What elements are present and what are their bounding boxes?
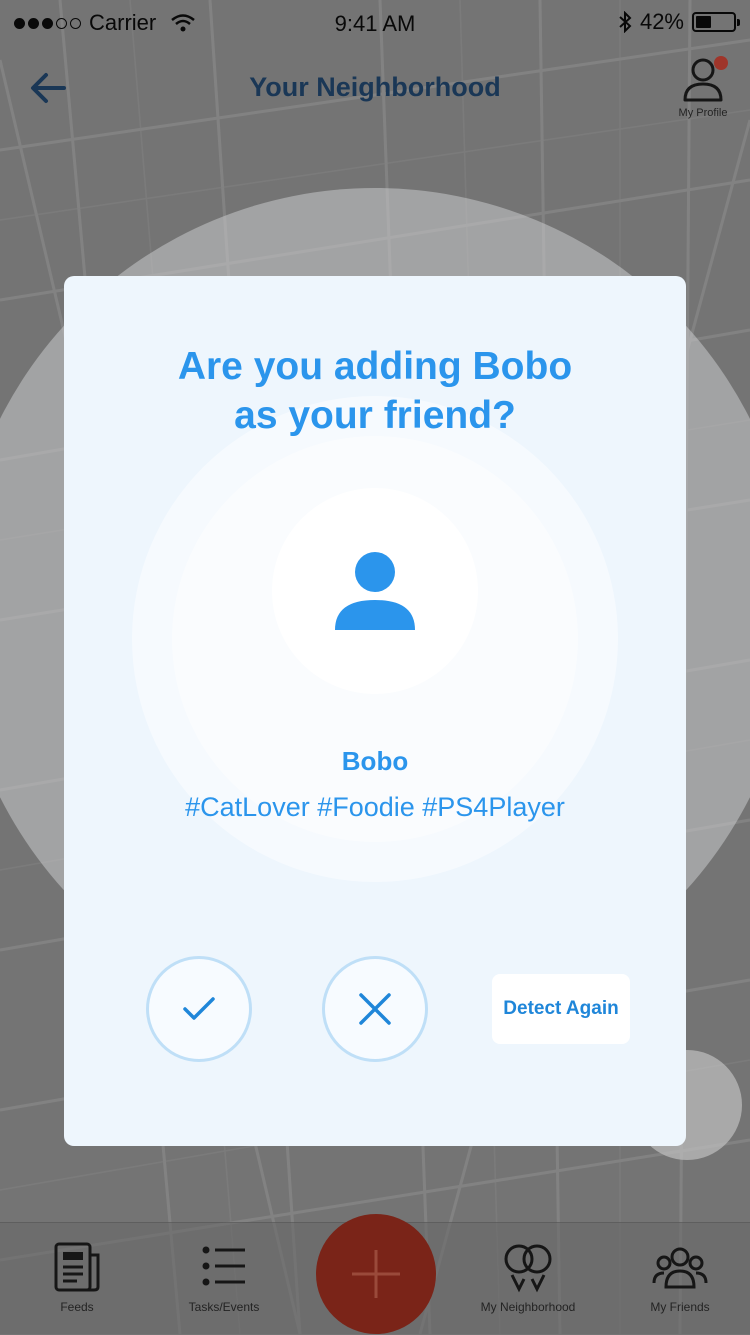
detect-again-button[interactable]: Detect Again: [492, 974, 630, 1044]
plus-icon: [352, 1250, 400, 1298]
dialog-title-line1: Are you adding Bobo: [177, 345, 573, 388]
reject-button[interactable]: [322, 956, 428, 1062]
dialog-title-line2: as your friend?: [234, 394, 516, 437]
dialog-title: Are you adding Bobo as your friend?: [64, 342, 686, 440]
check-icon: [183, 997, 215, 1020]
add-button[interactable]: [316, 1214, 436, 1334]
user-silhouette-icon: [335, 552, 415, 630]
close-icon: [359, 993, 391, 1025]
avatar: [272, 488, 478, 694]
friend-name: Bobo: [341, 746, 409, 776]
friend-tags: #CatLover #Foodie #PS4Player: [185, 792, 565, 822]
confirm-button[interactable]: [146, 956, 252, 1062]
add-friend-dialog: Are you adding Bobo as your friend? Bobo…: [64, 276, 686, 1146]
